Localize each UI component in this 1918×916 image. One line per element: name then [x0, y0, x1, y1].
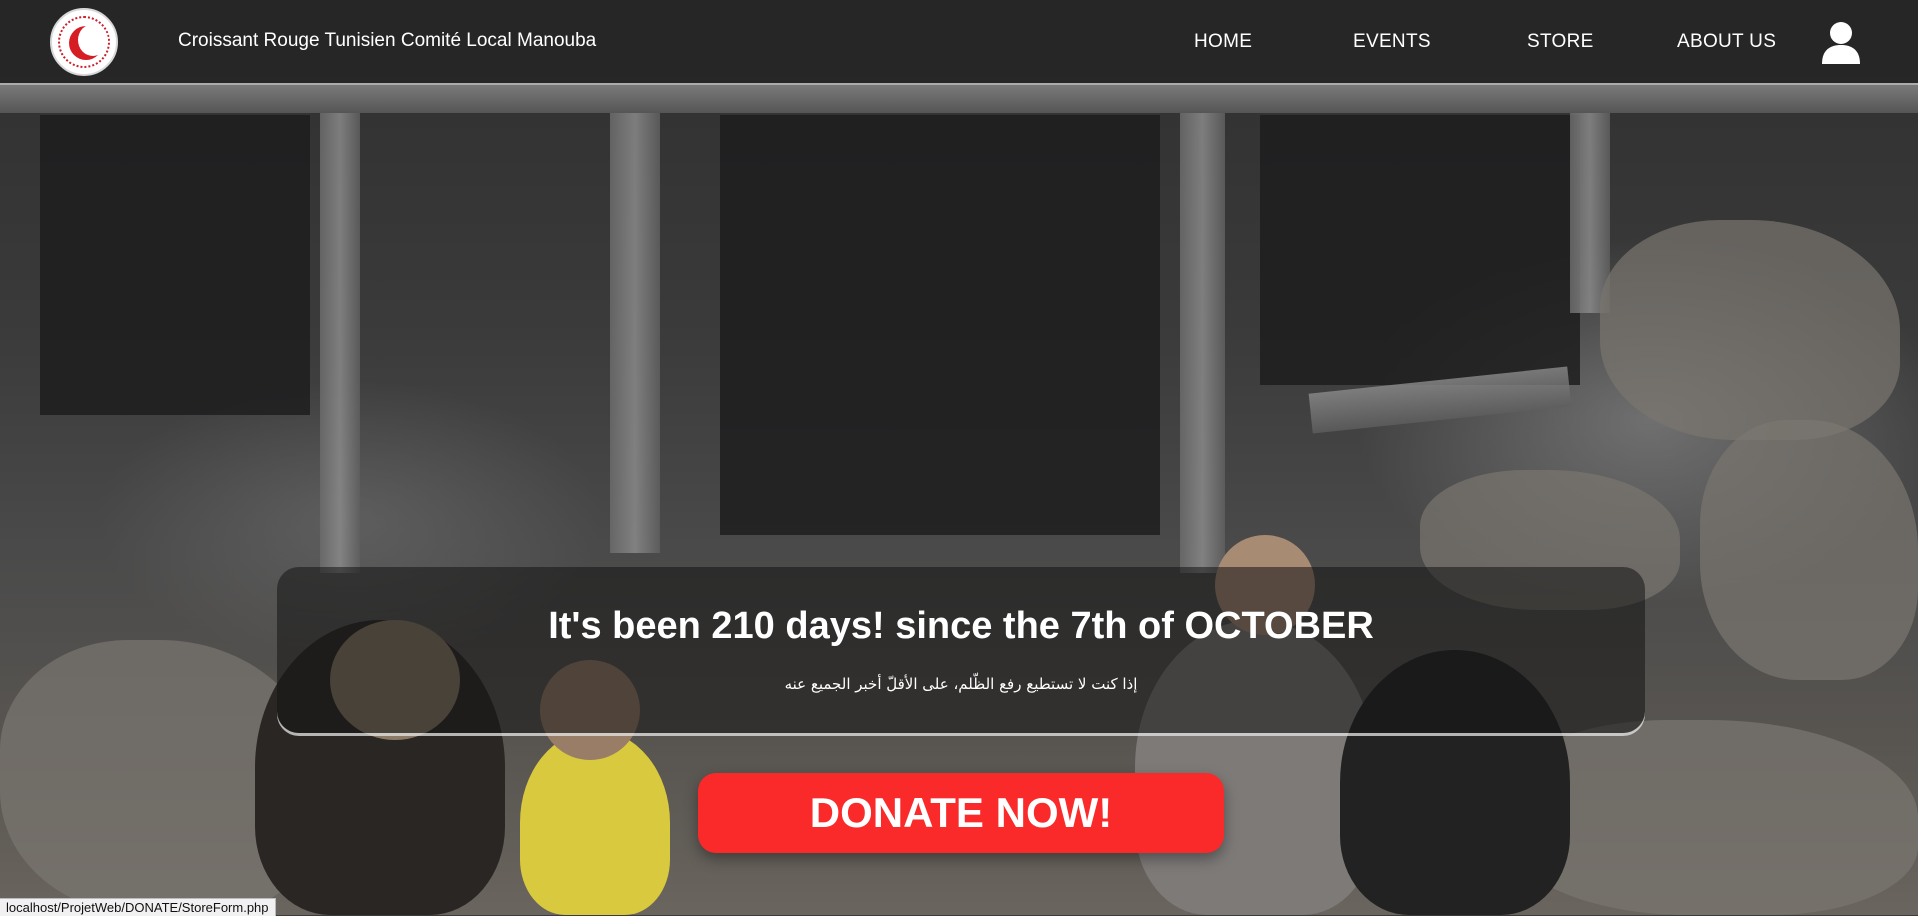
nav-link-store[interactable]: STORE — [1527, 31, 1594, 53]
banner-title: It's been 210 days! since the 7th of OCT… — [548, 605, 1374, 647]
site-brand-name[interactable]: Croissant Rouge Tunisien Comité Local Ma… — [178, 30, 596, 52]
nav-link-about-us[interactable]: ABOUT US — [1677, 31, 1776, 53]
top-navbar: Croissant Rouge Tunisien Comité Local Ma… — [0, 0, 1918, 85]
status-bar-url: localhost/ProjetWeb/DONATE/StoreForm.php — [0, 898, 276, 916]
nav-link-events[interactable]: EVENTS — [1353, 31, 1431, 53]
days-counter-banner: It's been 210 days! since the 7th of OCT… — [277, 567, 1645, 733]
user-icon[interactable] — [1820, 20, 1862, 64]
banner-arabic-quote: إذا كنت لا تستطيع رفع الظّلم، على الأقلّ… — [784, 675, 1138, 693]
nav-link-home[interactable]: HOME — [1194, 31, 1252, 53]
donate-now-button[interactable]: DONATE NOW! — [698, 773, 1224, 853]
red-crescent-logo-icon[interactable] — [50, 8, 118, 76]
